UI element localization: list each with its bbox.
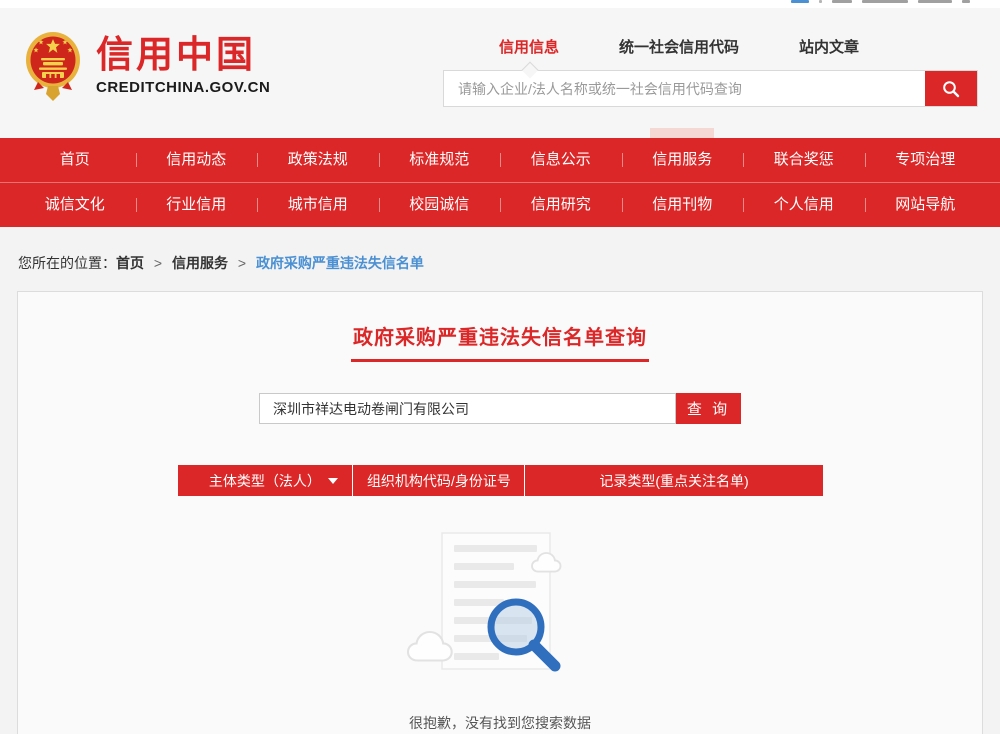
nav-row-2: 诚信文化行业信用城市信用校园诚信信用研究信用刊物个人信用网站导航 <box>0 183 1000 227</box>
column-record-type: 记录类型(重点关注名单) <box>524 465 822 496</box>
main-nav: 首页信用动态政策法规标准规范信息公示信用服务联合奖惩专项治理 诚信文化行业信用城… <box>0 138 1000 227</box>
search-tabs: 信用信息 统一社会信用代码 站内文章 <box>443 36 978 57</box>
nav-item[interactable]: 诚信文化 <box>14 183 136 227</box>
clipped-top-link[interactable] <box>962 0 970 3</box>
query-panel: 政府采购严重违法失信名单查询 查 询 主体类型（法人） 组织机构代码/身份证号 … <box>17 291 983 734</box>
no-results-illustration <box>390 520 610 690</box>
breadcrumb-separator: > <box>154 255 162 271</box>
top-strip-links <box>781 0 970 8</box>
national-emblem-icon <box>24 30 82 102</box>
column-subject-type[interactable]: 主体类型（法人） <box>178 465 353 496</box>
company-query-input[interactable] <box>259 393 676 424</box>
column-label: 记录类型(重点关注名单) <box>599 471 748 491</box>
nav-item[interactable]: 城市信用 <box>257 183 379 227</box>
search-icon <box>941 79 961 99</box>
site-header: 信用中国 CREDITCHINA.GOV.CN 信用信息 统一社会信用代码 站内… <box>0 8 1000 138</box>
header-search-area: 信用信息 统一社会信用代码 站内文章 <box>443 8 978 107</box>
tab-unified-social-credit-code[interactable]: 统一社会信用代码 <box>619 36 739 57</box>
nav-item[interactable]: 专项治理 <box>865 138 987 182</box>
nav-item[interactable]: 信用服务 <box>622 138 744 182</box>
tab-site-articles[interactable]: 站内文章 <box>799 36 859 57</box>
chevron-down-icon <box>328 478 338 484</box>
nav-item[interactable]: 行业信用 <box>136 183 258 227</box>
nav-item[interactable]: 首页 <box>14 138 136 182</box>
breadcrumb-home[interactable]: 首页 <box>116 255 144 271</box>
nav-item[interactable]: 信用动态 <box>136 138 258 182</box>
nav-item[interactable]: 联合奖惩 <box>743 138 865 182</box>
nav-item[interactable]: 个人信用 <box>743 183 865 227</box>
header-search-button[interactable] <box>925 71 977 106</box>
nav-item[interactable]: 网站导航 <box>865 183 987 227</box>
nav-item[interactable]: 信息公示 <box>500 138 622 182</box>
breadcrumb: 您所在的位置：首页 > 信用服务 > 政府采购严重违法失信名单 <box>18 253 1000 273</box>
tab-credit-info[interactable]: 信用信息 <box>499 36 559 57</box>
clipped-top-link[interactable] <box>862 0 908 3</box>
clipped-top-link[interactable] <box>791 0 809 3</box>
clipped-top-link[interactable] <box>819 0 822 3</box>
brand-domain: CREDITCHINA.GOV.CN <box>96 79 270 96</box>
query-button[interactable]: 查 询 <box>676 393 741 424</box>
breadcrumb-prefix: 您所在的位置： <box>18 255 116 271</box>
clipped-top-link[interactable] <box>918 0 952 3</box>
query-row: 查 询 <box>18 393 982 424</box>
header-search-input[interactable] <box>444 71 925 106</box>
clipped-top-link[interactable] <box>832 0 852 3</box>
site-logo[interactable]: 信用中国 CREDITCHINA.GOV.CN <box>24 30 270 102</box>
nav-row-1: 首页信用动态政策法规标准规范信息公示信用服务联合奖惩专项治理 <box>0 138 1000 182</box>
nav-item[interactable]: 标准规范 <box>379 138 501 182</box>
top-strip <box>0 0 1000 8</box>
header-searchbox <box>443 70 978 107</box>
column-label: 主体类型（法人） <box>209 471 321 491</box>
page-title: 政府采购严重违法失信名单查询 <box>351 321 649 362</box>
result-column-headers: 主体类型（法人） 组织机构代码/身份证号 记录类型(重点关注名单) <box>178 465 823 496</box>
nav-item[interactable]: 信用研究 <box>500 183 622 227</box>
nav-item[interactable]: 政策法规 <box>257 138 379 182</box>
brand-title: 信用中国 <box>96 36 270 75</box>
column-label: 组织机构代码/身份证号 <box>367 471 511 491</box>
nav-item[interactable]: 信用刊物 <box>622 183 744 227</box>
nav-item[interactable]: 校园诚信 <box>379 183 501 227</box>
breadcrumb-separator: > <box>238 255 246 271</box>
breadcrumb-credit-service[interactable]: 信用服务 <box>172 255 228 271</box>
breadcrumb-current-page[interactable]: 政府采购严重违法失信名单 <box>256 255 424 271</box>
empty-result-message: 很抱歉，没有找到您搜索数据 <box>18 713 982 733</box>
column-org-code-id: 组织机构代码/身份证号 <box>352 465 524 496</box>
